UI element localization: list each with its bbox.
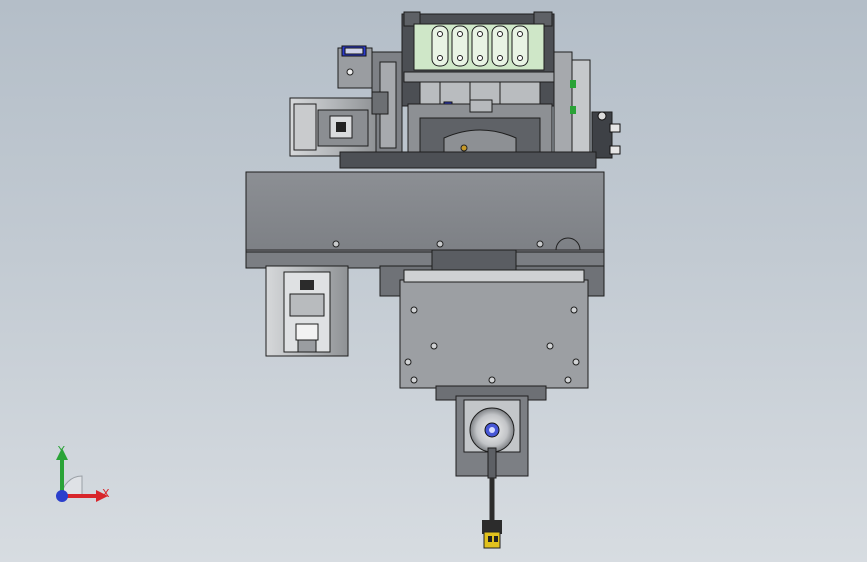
mounting-plate (339, 151, 597, 169)
cable-connector[interactable] (482, 477, 502, 549)
rotary-wrist[interactable] (435, 385, 547, 479)
servo-motor[interactable] (265, 265, 349, 357)
coordinate-triad: Y X (40, 438, 120, 508)
side-cylinder[interactable] (553, 51, 621, 161)
x-axis-label: X (102, 487, 110, 500)
assembly-model[interactable] (0, 0, 867, 562)
carriage-plate[interactable] (379, 249, 605, 389)
cad-viewport[interactable]: Y X (0, 0, 867, 562)
rotary-actuator[interactable] (289, 91, 389, 157)
base-beam[interactable] (245, 171, 605, 269)
lift-column[interactable] (407, 99, 553, 159)
y-axis-label: Y (58, 444, 65, 457)
gripper-head[interactable] (401, 11, 555, 115)
